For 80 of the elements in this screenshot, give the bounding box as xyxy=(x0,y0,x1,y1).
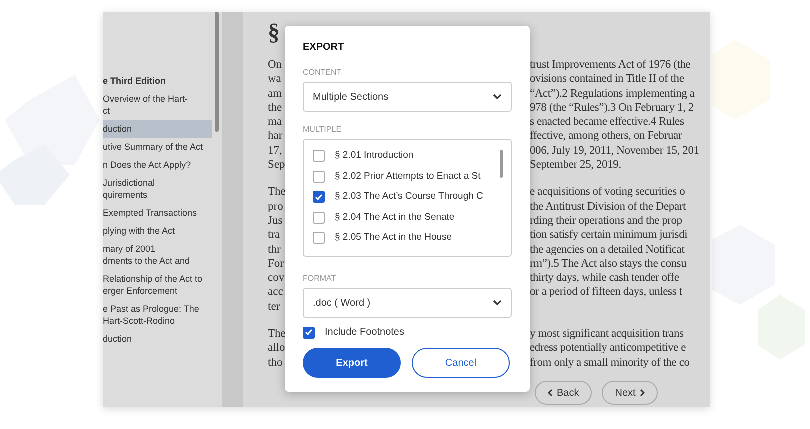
text-line: rding their operations and the prop xyxy=(530,214,682,228)
text-line: ter xyxy=(268,300,280,313)
chevron-down-icon xyxy=(493,94,502,100)
checkbox[interactable] xyxy=(313,232,325,244)
text-line: ovisions contained in Title II of the xyxy=(530,72,684,87)
field-label: MULTIPLE xyxy=(303,124,342,136)
field-label: CONTENT xyxy=(303,67,342,79)
sidebar-item[interactable]: duction xyxy=(103,120,212,138)
checkbox[interactable] xyxy=(313,191,325,204)
scrollbar-thumb[interactable] xyxy=(500,150,503,178)
text-line: September 25, 2019. xyxy=(530,158,622,172)
section-option[interactable]: § 2.05 The Act in the House xyxy=(335,231,452,246)
text-line: cov xyxy=(268,272,285,284)
text-line: am xyxy=(268,88,282,100)
text-line: tra xyxy=(268,229,280,242)
sidebar-item[interactable]: Jurisdictional quirements xyxy=(103,174,212,204)
sidebar-heading: e Third Edition xyxy=(103,75,167,88)
text-line: tho xyxy=(268,356,283,369)
dialog-title: EXPORT xyxy=(303,41,344,55)
text-line: the Antitrust Division of the Depart xyxy=(530,200,686,214)
text-line: acc xyxy=(268,286,284,298)
text-line: allo xyxy=(268,342,286,354)
text-line: e acquisitions of voting securities o xyxy=(530,185,686,200)
text-line: 006, July 19, 2011, November 15, 201 xyxy=(530,144,700,158)
text-line: For xyxy=(268,258,284,270)
text-line: the agencies on a detailed Notificat xyxy=(530,242,685,257)
text-line: ffective, among others, on Februar xyxy=(530,129,682,144)
chevron-left-icon xyxy=(548,389,553,397)
text-line: pro xyxy=(268,200,284,213)
section-option[interactable]: § 2.03 The Act’s Course Through C xyxy=(335,190,484,204)
text-line: s enacted became effective.4 Rules xyxy=(530,115,684,130)
section-title: § xyxy=(268,19,280,48)
field-label: FORMAT xyxy=(303,273,336,285)
next-button[interactable]: Next xyxy=(602,381,658,405)
text-line: The xyxy=(268,186,286,198)
sidebar-item[interactable]: plying with the Act xyxy=(103,222,212,240)
sidebar-item[interactable]: duction xyxy=(103,330,212,348)
text-line: Jus xyxy=(268,214,283,227)
cancel-button[interactable]: Cancel xyxy=(412,348,510,378)
text-line: rm”).5 The Act also stays the consu xyxy=(530,256,687,272)
text-line: from only a small minority of the co xyxy=(530,356,690,370)
text-line: Sep xyxy=(268,159,286,172)
checkbox[interactable] xyxy=(313,212,325,224)
text-line: edress potentially anticompetitive e xyxy=(530,341,686,356)
sidebar-item[interactable]: n Does the Act Apply? xyxy=(103,156,212,174)
sidebar-item[interactable]: utive Summary of the Act xyxy=(103,138,212,156)
checkbox-label: Include Footnotes xyxy=(325,326,404,340)
checkbox[interactable] xyxy=(313,150,325,162)
checkbox[interactable] xyxy=(313,170,325,183)
sidebar-item[interactable]: e Past as Prologue: The Hart-Scott-Rodino xyxy=(103,300,212,330)
sidebar-item[interactable]: Exempted Transactions xyxy=(103,204,212,222)
export-button[interactable]: Export xyxy=(303,348,401,378)
chevron-down-icon xyxy=(493,300,502,306)
text-line: 17, xyxy=(268,144,282,157)
text-line: “Act”).2 Regulations implementing a xyxy=(530,86,695,101)
text-line: har xyxy=(268,130,283,142)
sidebar-item[interactable]: mary of 2001 dments to the Act and xyxy=(103,240,212,270)
text-line: y most significant acquisition trans xyxy=(530,327,684,342)
checkbox[interactable] xyxy=(303,326,315,338)
sidebar-item[interactable]: Relationship of the Act to erger Enforcement xyxy=(103,270,212,300)
content-select[interactable]: Multiple Sections xyxy=(303,82,512,112)
text-line: The xyxy=(268,328,286,340)
scrollbar-thumb[interactable] xyxy=(215,12,219,132)
text-line: On xyxy=(268,59,282,71)
chevron-right-icon xyxy=(640,389,645,397)
text-line: thirty days, while cash tender offe xyxy=(530,271,680,286)
back-button[interactable]: Back xyxy=(535,381,592,405)
text-line: wa xyxy=(268,73,282,86)
section-option[interactable]: § 2.01 Introduction xyxy=(335,149,414,164)
section-option[interactable]: § 2.04 The Act in the Senate xyxy=(335,210,455,225)
section-option[interactable]: § 2.02 Prior Attempts to Enact a St xyxy=(335,170,481,184)
text-line: the xyxy=(268,102,282,114)
format-select[interactable]: .doc ( Word ) xyxy=(303,288,512,318)
text-line: tion satisfy certain minimum jurisdi xyxy=(530,228,688,243)
text-line: trust Improvements Act of 1976 (the xyxy=(530,58,691,72)
text-line: 978 (the “Rules”).3 On February 1, 2 xyxy=(530,100,694,116)
text-line: ma xyxy=(268,116,282,128)
text-line: thr xyxy=(268,244,281,256)
sidebar-item[interactable]: Overview of the Hart- ct xyxy=(103,90,212,120)
text-line: or a period of fifteen days, unless t xyxy=(530,285,682,300)
